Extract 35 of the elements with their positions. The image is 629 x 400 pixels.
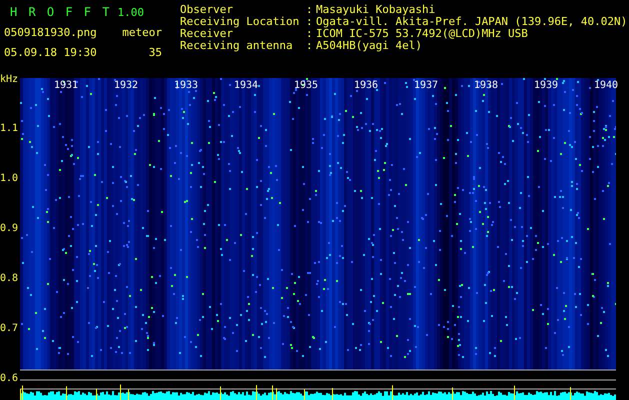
time-label: 1931: [54, 81, 78, 91]
info-value: Masayuki Kobayashi: [316, 4, 436, 16]
separator: :: [306, 4, 314, 16]
separator: :: [306, 28, 314, 40]
info-value: ICOM IC-575 53.7492(@LCD)MHz USB: [316, 28, 529, 40]
time-label: 1939: [534, 81, 558, 91]
time-label: 1937: [414, 81, 438, 91]
separator: :: [306, 40, 314, 52]
time-label: 1935: [294, 81, 318, 91]
info-label: Observer: [180, 4, 234, 16]
axis-tick-label: 0.6: [0, 374, 18, 384]
file-name: 0509181930.png: [4, 26, 98, 38]
time-label: 1940: [594, 81, 618, 91]
info-value: Ogata-vill. Akita-Pref. JAPAN (139.96E, 40.02N): [316, 16, 628, 28]
axis-tick-label: 0.9: [0, 224, 18, 234]
app-title: H R O F F T: [10, 5, 112, 19]
meteor-label: meteor: [121, 26, 163, 38]
info-label: Receiving antenna: [180, 40, 294, 52]
time-label: 1933: [174, 81, 198, 91]
time-label: 1932: [114, 81, 138, 91]
axis-tick-label: 1.1: [0, 124, 18, 134]
info-label: Receiver: [180, 28, 233, 40]
axis-unit: kHz: [0, 75, 18, 85]
axis-tick-label: 0.7: [0, 324, 18, 334]
version-label: 1.00: [117, 6, 144, 19]
time-label: 1934: [234, 81, 258, 91]
separator: :: [306, 16, 314, 28]
time-label: 1936: [354, 81, 378, 91]
axis-tick-label: 0.8: [0, 274, 18, 284]
axis-tick-label: 1.0: [0, 174, 18, 184]
info-value: A504HB(yagi 4el): [316, 40, 423, 52]
time-label: 1938: [474, 81, 498, 91]
meteor-count: 35: [148, 46, 163, 58]
info-label: Receiving Location: [180, 16, 300, 28]
date-time: 05.09.18 19:30: [4, 46, 98, 58]
